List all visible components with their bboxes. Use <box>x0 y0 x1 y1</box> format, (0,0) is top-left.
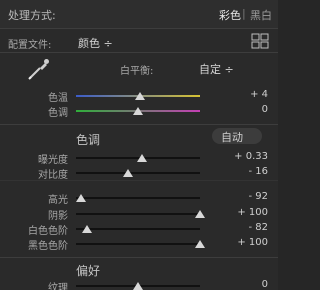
eyedropper-icon[interactable] <box>26 56 52 82</box>
slider-value[interactable]: + 100 <box>218 207 268 218</box>
auto-button[interactable]: 自动 <box>212 128 262 144</box>
slider-value[interactable]: - 16 <box>218 166 268 177</box>
slider-value[interactable]: + 4 <box>218 89 268 100</box>
slider-value[interactable]: 0 <box>218 104 268 115</box>
slider-thumb[interactable] <box>133 107 143 115</box>
wb-label: 白平衡: <box>120 66 154 77</box>
slider-thumb[interactable] <box>195 240 205 248</box>
slider-label: 色调 <box>48 108 68 119</box>
slider-label: 纹理 <box>48 283 68 290</box>
slider-thumb[interactable] <box>136 154 147 162</box>
slider-track[interactable] <box>76 213 200 215</box>
divider <box>0 257 278 258</box>
bw-option[interactable]: 黑白 <box>250 7 272 23</box>
divider <box>0 180 278 181</box>
divider <box>0 124 278 125</box>
slider-value[interactable]: - 82 <box>218 222 268 233</box>
color-option[interactable]: 彩色 <box>219 7 241 23</box>
slider-thumb[interactable] <box>123 169 134 177</box>
slider-thumb[interactable] <box>133 282 143 290</box>
option-separator: | <box>242 7 246 20</box>
divider <box>0 28 278 29</box>
slider-label: 色温 <box>48 93 68 104</box>
slider-label: 白色色阶 <box>28 226 68 237</box>
slider-thumb[interactable] <box>195 210 205 218</box>
slider-thumb[interactable] <box>82 225 93 233</box>
wb-dropdown[interactable]: 自定 ÷ <box>199 61 234 77</box>
tone-section-title: 色调 <box>76 133 101 147</box>
basic-panel: 处理方式: 彩色 | 黑白 配置文件: 颜色 ÷ 白平衡: 自定 ÷ 色温 + 4… <box>0 0 278 290</box>
slider-track[interactable] <box>76 197 200 199</box>
grid-icon[interactable] <box>251 33 269 49</box>
slider-track[interactable] <box>76 172 200 174</box>
header-row: 处理方式: 彩色 | 黑白 <box>0 0 278 28</box>
profile-label: 配置文件: <box>8 40 52 51</box>
slider-value[interactable]: - 92 <box>218 191 268 202</box>
presence-section-title: 偏好 <box>76 264 101 278</box>
slider-track[interactable] <box>76 228 200 230</box>
auto-label: 自动 <box>221 131 243 144</box>
slider-label: 对比度 <box>38 170 68 181</box>
slider-thumb[interactable] <box>135 92 146 100</box>
slider-label: 曝光度 <box>38 155 68 166</box>
divider <box>0 52 278 53</box>
slider-value[interactable]: + 0.33 <box>218 151 268 162</box>
slider-track[interactable] <box>76 243 200 245</box>
slider-label: 黑色色阶 <box>28 241 68 252</box>
slider-value[interactable]: + 100 <box>218 237 268 248</box>
profile-dropdown[interactable]: 颜色 ÷ <box>78 35 113 51</box>
treatment-label: 处理方式: <box>8 9 56 22</box>
slider-label: 高光 <box>48 195 68 206</box>
slider-label: 阴影 <box>48 211 68 222</box>
slider-thumb[interactable] <box>75 194 86 202</box>
slider-value[interactable]: 0 <box>218 279 268 290</box>
